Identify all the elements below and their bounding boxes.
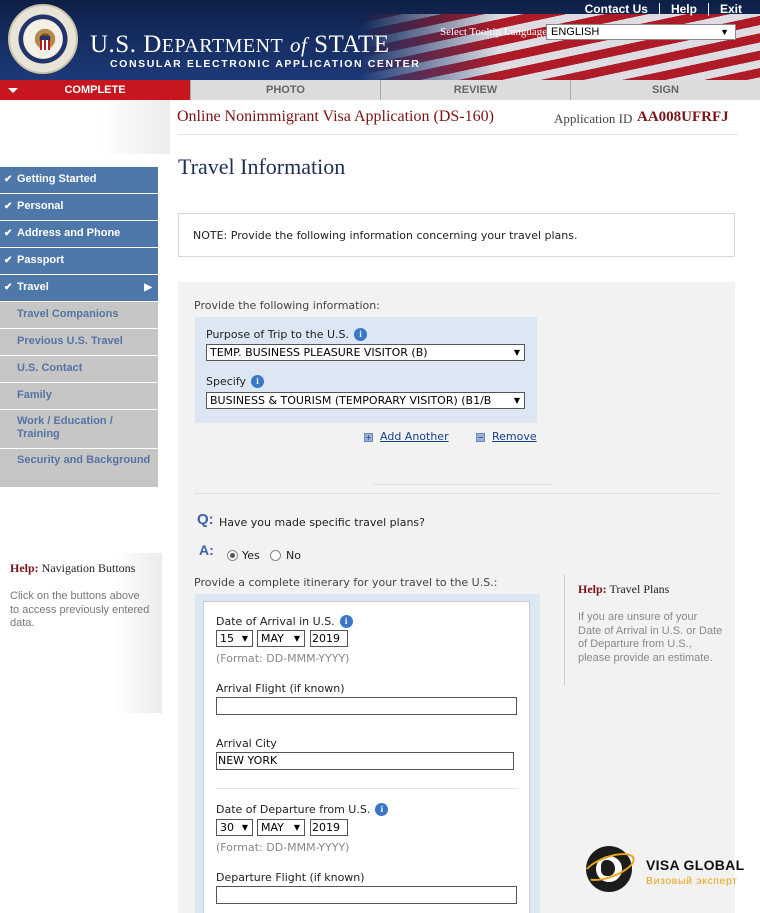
arrival-year-input[interactable]: 2019: [310, 630, 348, 647]
arrival-city-input[interactable]: NEW YORK: [216, 752, 514, 770]
specify-label: Specify i: [206, 375, 265, 388]
departure-day-select[interactable]: 30 ▼: [216, 819, 253, 836]
purpose-group: Purpose of Trip to the U.S. i TEMP. BUSIN…: [195, 317, 537, 423]
arrival-date-label: Date of Arrival in U.S. i: [216, 615, 353, 628]
check-icon: ✔: [4, 282, 13, 293]
minus-icon: −: [476, 433, 485, 442]
sidebar-nav: ✔ Getting Started ✔ Personal ✔ Address and …: [0, 167, 158, 488]
arrival-flight-input[interactable]: [216, 697, 517, 715]
application-title: Online Nonimmigrant Visa Application (DS…: [177, 108, 494, 125]
arrow-right-icon: ▶: [144, 282, 152, 293]
top-links: Contact Us Help Exit: [574, 2, 742, 16]
sidebar-item-travel[interactable]: ✔ Travel ▶: [0, 275, 158, 302]
help-navigation-panel: Help: Navigation Buttons Click on the bu…: [0, 553, 162, 713]
arrival-city-label: Arrival City: [216, 737, 277, 750]
travel-plans-yes-radio[interactable]: [227, 550, 238, 561]
department-title: U.S. DEPARTMENT of STATE: [90, 31, 390, 58]
exit-link[interactable]: Exit: [709, 2, 742, 16]
help-travel-plans-panel: Help: Travel Plans If you are unsure of …: [564, 575, 723, 685]
question-marker: Q:: [197, 511, 214, 528]
sidebar-item-passport[interactable]: ✔ Passport: [0, 248, 158, 275]
site-header: U.S. DEPARTMENT of STATE CONSULAR ELECTR…: [0, 0, 760, 80]
departure-month-select[interactable]: MAY ▼: [257, 819, 305, 836]
provide-info-label: Provide the following information:: [194, 299, 380, 312]
sidebar-item-us-contact[interactable]: U.S. Contact: [0, 356, 158, 383]
departure-flight-label: Departure Flight (if known): [216, 871, 365, 884]
add-another-link[interactable]: + Add Another: [364, 430, 449, 443]
info-icon[interactable]: i: [339, 615, 353, 628]
arrival-month-select[interactable]: MAY ▼: [257, 630, 305, 647]
remove-link[interactable]: − Remove: [476, 430, 537, 443]
tab-photo[interactable]: PHOTO: [191, 80, 381, 100]
help-travel-plans-title: Help: Travel Plans: [578, 582, 670, 596]
departure-year-input[interactable]: 2019: [310, 819, 348, 836]
itinerary-group: Date of Arrival in U.S. i 15 ▼ MAY ▼ 2019 (…: [195, 594, 540, 913]
chevron-down-icon: ▼: [720, 27, 729, 37]
sidebar-item-work-education-training[interactable]: Work / Education / Training: [0, 410, 158, 449]
tooltip-language-label: Select Tooltip Language: [440, 26, 548, 38]
sidebar-item-security-and-background[interactable]: Security and Background: [0, 449, 158, 488]
chevron-down-icon: ▼: [511, 393, 520, 408]
check-icon: ✔: [4, 228, 13, 239]
departure-date-format-hint: (Format: DD-MMM-YYYY): [216, 841, 350, 854]
purpose-select[interactable]: TEMP. BUSINESS PLEASURE VISITOR (B) ▼: [206, 344, 525, 361]
answer-marker: A:: [199, 542, 214, 558]
watermark-tagline: Визовый эксперт: [646, 875, 738, 887]
contact-us-link[interactable]: Contact Us: [574, 2, 659, 16]
watermark-name: VISA GLOBAL: [646, 857, 745, 873]
sidebar-item-address-and-phone[interactable]: ✔ Address and Phone: [0, 221, 158, 248]
itinerary-label: Provide a complete itinerary for your tr…: [194, 576, 498, 589]
check-icon: ✔: [4, 201, 13, 212]
travel-plans-question: Have you made specific travel plans?: [219, 516, 425, 529]
check-icon: ✔: [4, 174, 13, 185]
visa-global-globe-icon: [579, 846, 639, 892]
progress-tabs: COMPLETE PHOTO REVIEW SIGN: [0, 80, 760, 100]
info-icon[interactable]: i: [375, 803, 389, 816]
page-title: Travel Information: [178, 154, 346, 179]
info-icon[interactable]: i: [251, 375, 265, 388]
chevron-down-icon: ▼: [291, 820, 300, 835]
tab-review[interactable]: REVIEW: [381, 80, 571, 100]
arrival-day-select[interactable]: 15 ▼: [216, 630, 253, 647]
sidebar-item-personal[interactable]: ✔ Personal: [0, 194, 158, 221]
no-label: No: [286, 549, 301, 562]
help-navigation-text: Click on the buttons above to access pre…: [10, 590, 150, 629]
help-link[interactable]: Help: [660, 2, 708, 16]
chevron-down-icon: ▼: [239, 631, 248, 646]
purpose-label: Purpose of Trip to the U.S. i: [206, 328, 368, 341]
arrival-flight-label: Arrival Flight (if known): [216, 682, 345, 695]
help-navigation-title: Help: Navigation Buttons: [10, 561, 136, 575]
plus-icon: +: [364, 433, 373, 442]
travel-plans-no-radio[interactable]: [270, 550, 281, 561]
chevron-down-icon: ▼: [239, 820, 248, 835]
departure-date-label: Date of Departure from U.S. i: [216, 803, 389, 816]
yes-label: Yes: [242, 549, 260, 562]
chevron-down-icon: ▼: [511, 345, 520, 360]
application-id-label: Application ID: [554, 111, 633, 126]
state-department-seal-icon: [8, 4, 78, 74]
chevron-down-icon: ▼: [291, 631, 300, 646]
tab-complete[interactable]: COMPLETE: [0, 80, 191, 100]
tooltip-language-select[interactable]: ENGLISH ▼: [546, 24, 736, 40]
check-icon: ✔: [4, 255, 13, 266]
sidebar-item-previous-us-travel[interactable]: Previous U.S. Travel: [0, 329, 158, 356]
sidebar-item-family[interactable]: Family: [0, 383, 158, 410]
departure-flight-input[interactable]: [216, 886, 517, 904]
caret-down-icon: [8, 88, 18, 93]
sidebar-item-getting-started[interactable]: ✔ Getting Started: [0, 167, 158, 194]
specify-select[interactable]: BUSINESS & TOURISM (TEMPORARY VISITOR) (…: [206, 392, 525, 409]
info-icon[interactable]: i: [354, 328, 368, 341]
tab-sign[interactable]: SIGN: [571, 80, 760, 100]
note-box: NOTE: Provide the following information …: [178, 213, 735, 257]
ceac-subtitle: CONSULAR ELECTRONIC APPLICATION CENTER: [110, 58, 421, 70]
application-id-value: AA008UFRFJ: [637, 109, 729, 125]
sidebar-item-travel-companions[interactable]: Travel Companions: [0, 302, 158, 329]
application-title-bar: Online Nonimmigrant Visa Application (DS…: [170, 100, 760, 136]
help-travel-plans-text: If you are unsure of your Date of Arriva…: [578, 611, 723, 664]
arrival-date-format-hint: (Format: DD-MMM-YYYY): [216, 652, 350, 665]
